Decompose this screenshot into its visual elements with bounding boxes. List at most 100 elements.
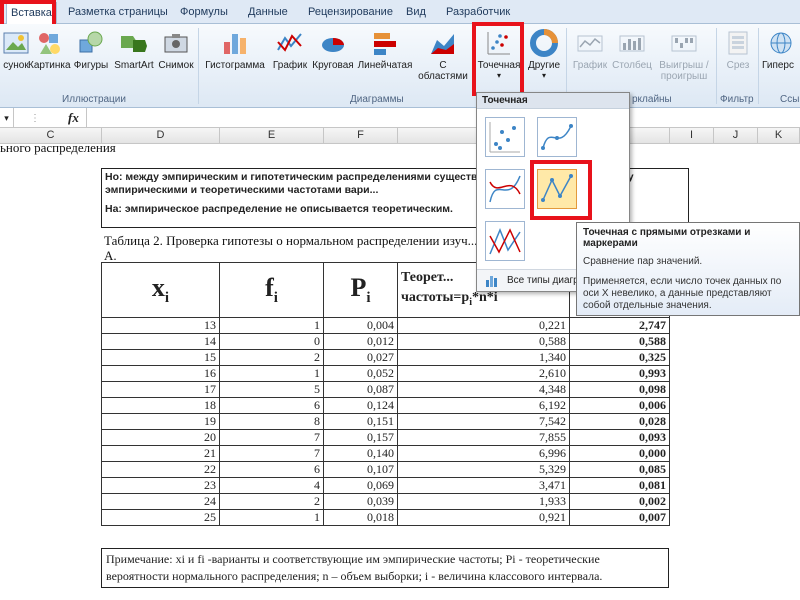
- cell-chi-square[interactable]: 0,000: [569, 445, 670, 462]
- cell-fi[interactable]: 2: [219, 493, 324, 510]
- tab-insert[interactable]: Вставка: [6, 2, 57, 24]
- pie-chart-button[interactable]: Круговая: [310, 28, 356, 71]
- cell-chi-square[interactable]: 0,002: [569, 493, 670, 510]
- cell-xi[interactable]: 18: [101, 397, 220, 414]
- bar-chart-button[interactable]: Линейчатая: [356, 28, 414, 71]
- cell-xi[interactable]: 25: [101, 509, 220, 526]
- formula-input[interactable]: [86, 108, 800, 128]
- cell-fi[interactable]: 7: [219, 445, 324, 462]
- slicer-button[interactable]: Срез: [720, 28, 756, 71]
- cell-pi[interactable]: 0,124: [323, 397, 398, 414]
- cell-xi[interactable]: 19: [101, 413, 220, 430]
- header-pi[interactable]: Pi: [323, 262, 398, 318]
- cell-chi-square[interactable]: 0,325: [569, 349, 670, 366]
- hyperlink-button[interactable]: Гиперс: [762, 28, 800, 71]
- cell-fi[interactable]: 0: [219, 333, 324, 350]
- scatter-straight-lines-option[interactable]: [485, 221, 525, 261]
- other-charts-button[interactable]: Другие ▾: [524, 28, 564, 80]
- cell-pi[interactable]: 0,004: [323, 317, 398, 334]
- cell-xi[interactable]: 21: [101, 445, 220, 462]
- cell-theoretical[interactable]: 0,221: [397, 317, 570, 334]
- cell-theoretical[interactable]: 4,348: [397, 381, 570, 398]
- cell-fi[interactable]: 1: [219, 317, 324, 334]
- scatter-smooth-lines-markers-option[interactable]: [537, 117, 577, 157]
- cell-chi-square[interactable]: 0,006: [569, 397, 670, 414]
- cell-chi-square[interactable]: 0,588: [569, 333, 670, 350]
- cell-fi[interactable]: 2: [219, 349, 324, 366]
- scatter-chart-button[interactable]: Точечная ▾: [476, 28, 522, 80]
- column-header-j[interactable]: J: [714, 128, 758, 144]
- cell-xi[interactable]: 15: [101, 349, 220, 366]
- cell-chi-square[interactable]: 0,007: [569, 509, 670, 526]
- cell-xi[interactable]: 23: [101, 477, 220, 494]
- cell-chi-square[interactable]: 2,747: [569, 317, 670, 334]
- cell-theoretical[interactable]: 6,996: [397, 445, 570, 462]
- screenshot-button[interactable]: Снимок: [156, 28, 196, 71]
- cell-xi[interactable]: 16: [101, 365, 220, 382]
- cell-pi[interactable]: 0,151: [323, 413, 398, 430]
- cell-chi-square[interactable]: 0,085: [569, 461, 670, 478]
- cell-pi[interactable]: 0,069: [323, 477, 398, 494]
- cell-fi[interactable]: 7: [219, 429, 324, 446]
- cell-fi[interactable]: 1: [219, 509, 324, 526]
- header-xi[interactable]: xi: [101, 262, 220, 318]
- cell-theoretical[interactable]: 1,933: [397, 493, 570, 510]
- cell-theoretical[interactable]: 3,471: [397, 477, 570, 494]
- sparkline-column-button[interactable]: Столбец: [610, 28, 654, 71]
- cell-xi[interactable]: 17: [101, 381, 220, 398]
- area-chart-button[interactable]: С областями: [414, 28, 472, 82]
- cell-theoretical[interactable]: 6,192: [397, 397, 570, 414]
- cell-chi-square[interactable]: 0,098: [569, 381, 670, 398]
- column-header-k[interactable]: K: [758, 128, 800, 144]
- cell-fi[interactable]: 5: [219, 381, 324, 398]
- tab-formulas[interactable]: Формулы: [180, 4, 228, 22]
- cell-pi[interactable]: 0,039: [323, 493, 398, 510]
- scatter-markers-only-option[interactable]: [485, 117, 525, 157]
- cell-xi[interactable]: 24: [101, 493, 220, 510]
- cell-chi-square[interactable]: 0,081: [569, 477, 670, 494]
- cell-theoretical[interactable]: 7,542: [397, 413, 570, 430]
- cell-pi[interactable]: 0,012: [323, 333, 398, 350]
- cell-theoretical[interactable]: 0,921: [397, 509, 570, 526]
- cell-xi[interactable]: 13: [101, 317, 220, 334]
- cell-fi[interactable]: 1: [219, 365, 324, 382]
- cell-xi[interactable]: 22: [101, 461, 220, 478]
- cell-pi[interactable]: 0,087: [323, 381, 398, 398]
- cell-chi-square[interactable]: 0,028: [569, 413, 670, 430]
- scatter-smooth-lines-option[interactable]: [485, 169, 525, 209]
- column-header-e[interactable]: E: [220, 128, 324, 144]
- cell-pi[interactable]: 0,107: [323, 461, 398, 478]
- scatter-straight-lines-markers-option[interactable]: [537, 169, 577, 209]
- tab-view[interactable]: Вид: [406, 4, 426, 22]
- cell-theoretical[interactable]: 0,588: [397, 333, 570, 350]
- tab-developer[interactable]: Разработчик: [446, 4, 510, 22]
- cell-chi-square[interactable]: 0,993: [569, 365, 670, 382]
- cell-fi[interactable]: 8: [219, 413, 324, 430]
- cell-chi-square[interactable]: 0,093: [569, 429, 670, 446]
- cell-pi[interactable]: 0,157: [323, 429, 398, 446]
- line-chart-button[interactable]: График: [270, 28, 310, 71]
- cell-theoretical[interactable]: 2,610: [397, 365, 570, 382]
- cell-pi[interactable]: 0,140: [323, 445, 398, 462]
- smartart-button[interactable]: SmartArt: [112, 28, 156, 71]
- column-header-f[interactable]: F: [324, 128, 398, 144]
- tab-review[interactable]: Рецензирование: [308, 4, 393, 22]
- cell-theoretical[interactable]: 1,340: [397, 349, 570, 366]
- tab-page-layout[interactable]: Разметка страницы: [68, 4, 168, 22]
- column-header-d[interactable]: D: [102, 128, 220, 144]
- cell-pi[interactable]: 0,027: [323, 349, 398, 366]
- cell-fi[interactable]: 6: [219, 461, 324, 478]
- function-icon[interactable]: fx: [68, 110, 79, 126]
- cell-xi[interactable]: 20: [101, 429, 220, 446]
- clipart-button[interactable]: Картинка: [28, 28, 71, 71]
- name-box-dropdown[interactable]: ▾: [0, 108, 14, 128]
- cell-pi[interactable]: 0,052: [323, 365, 398, 382]
- cell-xi[interactable]: 14: [101, 333, 220, 350]
- sparkline-line-button[interactable]: График: [570, 28, 610, 71]
- histogram-button[interactable]: Гистограмма: [202, 28, 268, 71]
- column-header-i[interactable]: I: [670, 128, 714, 144]
- cell-fi[interactable]: 4: [219, 477, 324, 494]
- shapes-button[interactable]: Фигуры: [72, 28, 110, 71]
- cell-theoretical[interactable]: 7,855: [397, 429, 570, 446]
- tab-data[interactable]: Данные: [248, 4, 288, 22]
